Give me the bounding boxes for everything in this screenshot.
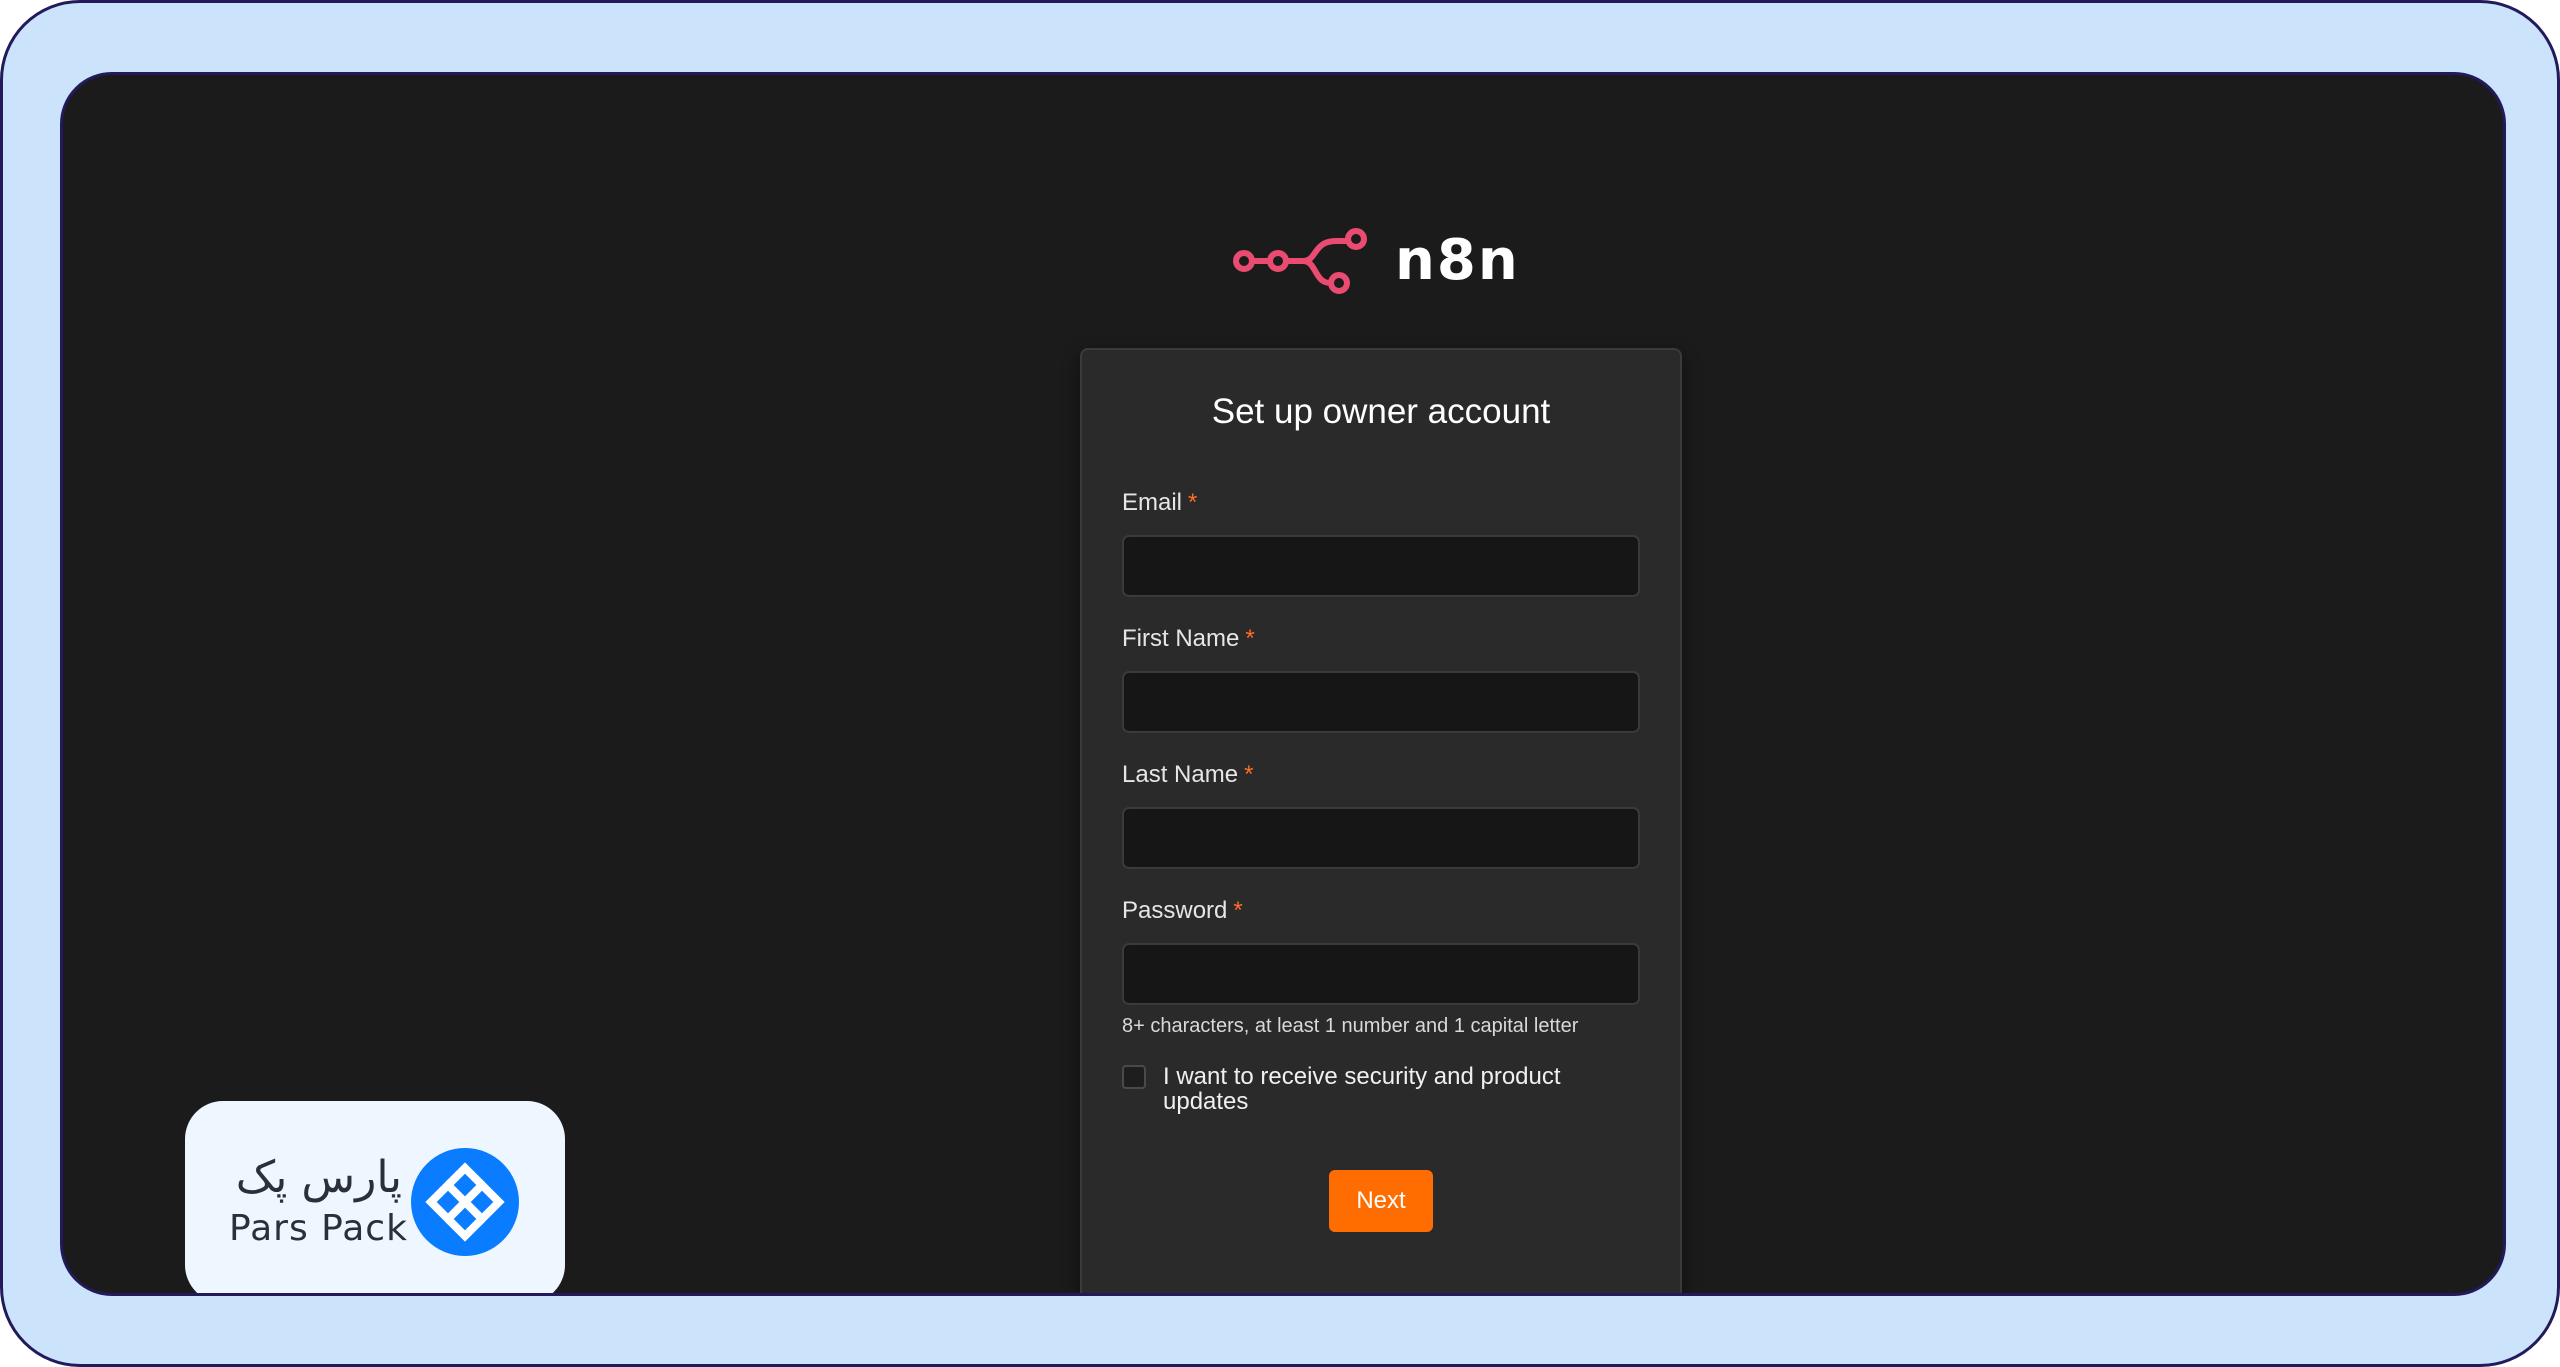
required-marker: * <box>1244 761 1254 788</box>
last-name-field[interactable] <box>1122 807 1640 869</box>
next-button[interactable]: Next <box>1329 1170 1433 1232</box>
first-name-field[interactable] <box>1122 671 1640 733</box>
email-field[interactable] <box>1122 535 1640 597</box>
brand-header: n8n <box>1233 225 1520 297</box>
updates-checkbox[interactable] <box>1122 1065 1146 1089</box>
partner-wordmark: پارس پک Pars Pack <box>229 1151 414 1251</box>
parspack-logo-icon <box>411 1148 519 1256</box>
first-name-label: First Name * <box>1122 625 1255 652</box>
email-label: Email * <box>1122 489 1198 516</box>
password-label: Password * <box>1122 897 1243 924</box>
card-title: Set up owner account <box>1211 392 1551 431</box>
partner-name-fa: پارس پک <box>235 1152 402 1203</box>
owner-setup-card: Set up owner account Email * First Name * … <box>1080 348 1682 1293</box>
last-name-label: Last Name * <box>1122 761 1254 788</box>
updates-checkbox-label[interactable]: I want to receive security and product u… <box>1163 1064 1603 1114</box>
required-marker: * <box>1245 625 1255 652</box>
screenshot-frame: n8n Set up owner account Email * First Na… <box>0 0 2560 1367</box>
password-field[interactable] <box>1122 943 1640 1005</box>
partner-name-en: Pars Pack <box>229 1208 408 1249</box>
password-hint: 8+ characters, at least 1 number and 1 c… <box>1122 1015 1579 1037</box>
required-marker: * <box>1188 489 1198 516</box>
required-marker: * <box>1233 897 1243 924</box>
brand-name: n8n <box>1395 228 1520 293</box>
app-screen: n8n Set up owner account Email * First Na… <box>60 72 2506 1296</box>
n8n-logo-icon <box>1233 228 1367 294</box>
partner-logo-badge: پارس پک Pars Pack <box>185 1101 565 1293</box>
